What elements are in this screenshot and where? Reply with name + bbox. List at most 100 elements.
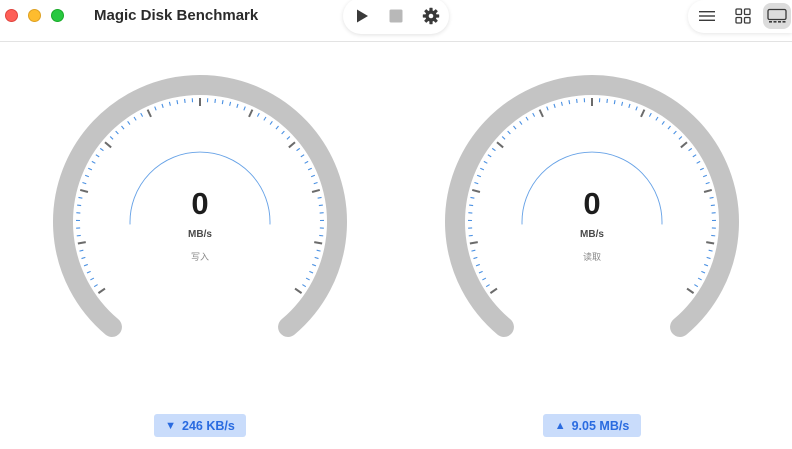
read-current-speed-badge: ▲ 9.05 MB/s	[543, 414, 641, 437]
gauge-minor-tick	[221, 100, 224, 105]
gauge-minor-tick	[109, 136, 114, 140]
gauge-minor-tick	[304, 160, 309, 164]
gauge-minor-tick	[310, 174, 316, 178]
gauge-minor-tick	[300, 154, 305, 158]
gauge-minor-tick	[519, 120, 523, 125]
gauge-minor-tick	[243, 106, 246, 111]
gauge-minor-tick	[275, 125, 279, 130]
gauge-minor-tick	[168, 101, 171, 106]
read-speed-value: 0	[583, 186, 601, 221]
gauge-minor-tick	[83, 263, 88, 267]
minimize-window-button[interactable]	[28, 9, 41, 22]
gauge-minor-tick	[88, 167, 93, 171]
gauge-major-tick	[469, 241, 478, 245]
gauge-minor-tick	[699, 167, 704, 171]
stop-benchmark-button[interactable]	[384, 4, 408, 28]
gauge-minor-tick	[688, 147, 693, 152]
close-window-button[interactable]	[5, 9, 18, 22]
gauge-minor-tick	[91, 160, 96, 164]
gauge-minor-tick	[613, 100, 616, 105]
gauge-major-tick	[489, 287, 498, 294]
gauge-minor-tick	[214, 98, 216, 103]
gauge-minor-tick	[501, 136, 506, 140]
gauge-minor-tick	[90, 277, 95, 281]
gauge-minor-tick	[474, 181, 479, 185]
run-controls	[343, 0, 449, 34]
write-speed-gauge: 0 MB/s 写入	[45, 62, 355, 352]
gauge-minor-tick	[269, 120, 273, 125]
write-label: 写入	[190, 253, 209, 263]
gauge-minor-tick	[697, 277, 702, 281]
gauge-minor-tick	[140, 112, 144, 117]
gauge-minor-tick	[236, 103, 239, 108]
gauge-minor-tick	[296, 147, 301, 152]
gauge-major-tick	[680, 141, 688, 149]
gauge-minor-tick	[692, 154, 697, 158]
gauge-minor-tick	[263, 116, 267, 121]
gauge-major-tick	[314, 241, 323, 245]
gauge-major-tick	[294, 287, 303, 294]
gauge-minor-tick	[546, 106, 549, 111]
gauge-minor-tick	[705, 181, 710, 185]
gear-icon	[422, 7, 440, 25]
gauge-view-button[interactable]	[763, 3, 791, 29]
gauge-major-tick	[248, 109, 254, 118]
gauge-minor-tick	[482, 277, 487, 281]
app-title: Magic Disk Benchmark	[94, 7, 259, 24]
gauge-minor-tick	[99, 147, 104, 152]
gauge-minor-tick	[286, 136, 291, 140]
read-label: 读取	[582, 253, 601, 263]
view-switcher	[688, 0, 792, 33]
gauge-minor-tick	[673, 130, 677, 135]
gauge-major-tick	[77, 241, 86, 245]
write-current-speed: 246 KB/s	[182, 418, 235, 433]
gauge-minor-tick	[507, 130, 511, 135]
gauge-minor-tick	[93, 284, 98, 288]
grid-view-button[interactable]	[729, 3, 757, 29]
gauge-minor-tick	[704, 263, 709, 267]
gauge-minor-tick	[133, 116, 137, 121]
settings-button[interactable]	[419, 4, 443, 28]
gauge-minor-tick	[678, 136, 683, 140]
up-arrow-icon: ▲	[554, 419, 566, 432]
gauge-minor-tick	[606, 98, 608, 103]
read-speed-unit: MB/s	[580, 229, 604, 240]
gauge-minor-tick	[702, 174, 708, 178]
gauge-minor-tick	[84, 174, 90, 178]
gauge-minor-tick	[513, 125, 517, 130]
gauge-minor-tick	[485, 284, 490, 288]
write-speed-unit: MB/s	[188, 229, 212, 240]
gauge-minor-tick	[312, 263, 317, 267]
title-bar: Magic Disk Benchmark	[0, 0, 792, 42]
gauge-minor-tick	[313, 181, 318, 185]
gauge-view-icon	[767, 8, 787, 23]
read-current-speed: 9.05 MB/s	[571, 418, 630, 433]
list-view-button[interactable]	[693, 3, 721, 29]
gauge-minor-tick	[487, 154, 492, 158]
gauge-minor-tick	[476, 174, 482, 178]
gauge-minor-tick	[480, 167, 485, 171]
gauge-minor-tick	[309, 270, 314, 274]
gauge-minor-tick	[115, 130, 119, 135]
gauge-minor-tick	[161, 103, 164, 108]
gauge-minor-tick	[568, 100, 571, 105]
gauge-minor-tick	[532, 112, 536, 117]
gauge-minor-tick	[305, 277, 310, 281]
write-current-speed-badge: ▼ 246 KB/s	[154, 414, 246, 437]
gauge-minor-tick	[525, 116, 529, 121]
gauge-minor-tick	[302, 284, 307, 288]
gauge-minor-tick	[281, 130, 285, 135]
gauge-minor-tick	[127, 120, 131, 125]
gauge-major-tick	[104, 141, 112, 149]
gauge-minor-tick	[560, 101, 563, 106]
gauge-minor-tick	[95, 154, 100, 158]
grid-view-icon	[735, 8, 751, 24]
zoom-window-button[interactable]	[51, 9, 64, 22]
gauge-major-tick	[288, 141, 296, 149]
gauge-major-tick	[97, 287, 106, 294]
gauge-major-tick	[640, 109, 646, 118]
gauge-minor-tick	[694, 284, 699, 288]
gauge-minor-tick	[229, 101, 232, 106]
start-benchmark-button[interactable]	[350, 4, 374, 28]
read-speed-gauge: 0 MB/s 读取	[437, 62, 747, 352]
